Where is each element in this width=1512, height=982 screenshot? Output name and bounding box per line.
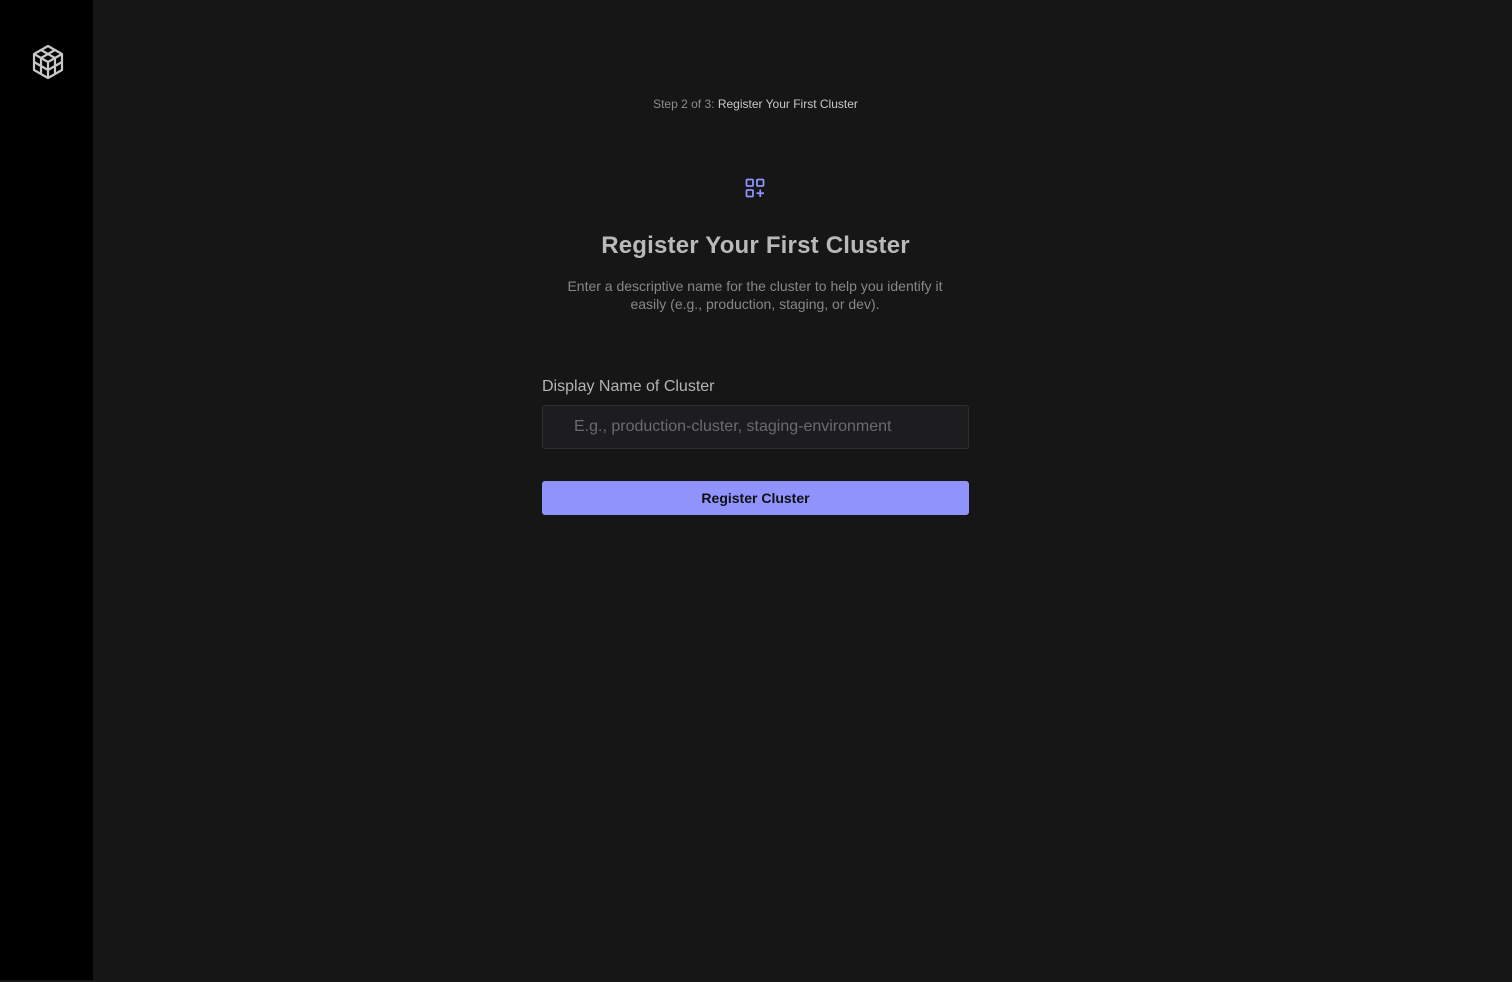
step-prefix: Step 2 of 3: xyxy=(653,97,715,111)
step-indicator: Step 2 of 3: Register Your First Cluster xyxy=(93,96,1418,112)
cube-knot-logo-icon[interactable] xyxy=(30,44,66,80)
grid-plus-icon xyxy=(745,178,765,198)
cluster-name-input[interactable] xyxy=(542,405,969,449)
app-window: Step 2 of 3: Register Your First Cluster… xyxy=(0,0,1512,982)
step-title: Register Your First Cluster xyxy=(717,97,858,111)
main-content: Step 2 of 3: Register Your First Cluster… xyxy=(93,0,1512,982)
cluster-name-label: Display Name of Cluster xyxy=(542,378,715,395)
page-description: Enter a descriptive name for the cluster… xyxy=(567,278,943,312)
register-cluster-button[interactable]: Register Cluster xyxy=(542,481,969,515)
page-title: Register Your First Cluster xyxy=(601,232,910,259)
sidebar xyxy=(0,0,93,980)
